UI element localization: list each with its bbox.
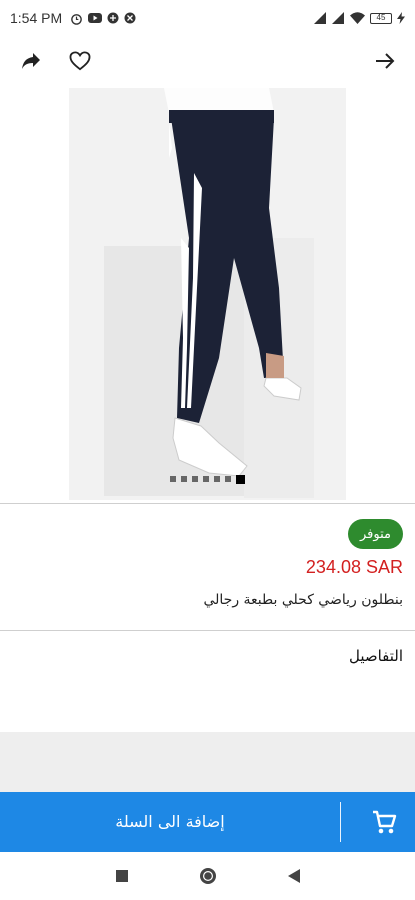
charging-icon — [397, 12, 405, 24]
home-button[interactable] — [196, 864, 220, 888]
carousel-dot-active[interactable] — [236, 475, 245, 484]
triangle-back-icon — [288, 869, 300, 883]
carousel-indicators — [69, 475, 346, 484]
share-icon — [22, 53, 40, 69]
app-icon — [124, 12, 136, 24]
cart-separator — [340, 802, 341, 842]
carousel-dot[interactable] — [214, 476, 220, 482]
recents-button[interactable] — [110, 864, 134, 888]
battery-indicator: 45 — [370, 12, 392, 24]
signal-icon — [332, 12, 344, 24]
arrow-right-icon — [376, 53, 395, 69]
add-to-cart-button[interactable]: إضافة الى السلة — [0, 792, 415, 852]
add-to-cart-label: إضافة الى السلة — [115, 812, 225, 831]
app-icon — [107, 12, 119, 24]
top-action-bar — [0, 36, 415, 86]
carousel-dot[interactable] — [203, 476, 209, 482]
heart-icon — [69, 51, 91, 71]
status-system-icons: 45 — [314, 0, 405, 36]
status-bar: 1:54 PM 45 — [0, 0, 415, 36]
product-image — [69, 88, 346, 500]
product-image-carousel[interactable] — [69, 88, 346, 500]
favorite-button[interactable] — [65, 46, 95, 76]
availability-badge: متوفر — [348, 519, 403, 549]
carousel-dot[interactable] — [192, 476, 198, 482]
system-navigation-bar — [0, 852, 415, 900]
product-price: 234.08 SAR — [305, 557, 403, 577]
cart-icon — [373, 810, 397, 834]
details-heading[interactable]: التفاصيل — [349, 647, 403, 665]
details-spacer — [0, 732, 415, 792]
alarm-icon — [71, 13, 82, 25]
wifi-icon — [350, 12, 365, 24]
youtube-icon — [88, 13, 103, 23]
share-button[interactable] — [16, 46, 46, 76]
back-button[interactable] — [370, 46, 400, 76]
divider — [0, 503, 415, 504]
carousel-dot[interactable] — [225, 476, 231, 482]
carousel-dot[interactable] — [181, 476, 187, 482]
carousel-dot[interactable] — [170, 476, 176, 482]
signal-icon — [314, 12, 326, 24]
status-notification-icons — [70, 12, 136, 25]
square-icon — [116, 870, 128, 882]
status-time: 1:54 PM — [10, 10, 63, 26]
divider — [0, 630, 415, 631]
back-nav-button[interactable] — [282, 864, 306, 888]
circle-icon — [200, 868, 216, 884]
product-name: بنطلون رياضي كحلي بطبعة رجالي — [203, 592, 403, 608]
